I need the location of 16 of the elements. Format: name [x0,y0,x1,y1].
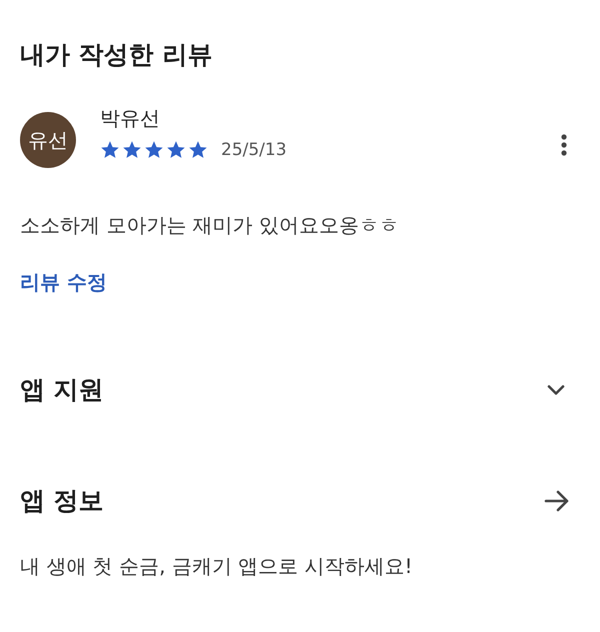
star-icon [144,140,164,160]
review-date: 25/5/13 [221,139,287,161]
review-text: 소소하게 모아가는 재미가 있어요오옹ㅎㅎ [20,212,400,238]
star-icon [100,140,120,160]
reviewer-name: 박유선 [100,106,160,130]
section-description: 내 생애 첫 순금, 금캐기 앱으로 시작하세요! [20,554,414,578]
section-link[interactable]: 앱 정보 [20,485,580,517]
section-toggle[interactable]: 앱 지원 [20,374,580,406]
star-icon [188,140,208,160]
star-icon [166,140,186,160]
user-avatar: 유선 [20,112,76,168]
star-icon [122,140,142,160]
more-vertical-icon [561,134,567,156]
edit-review-link[interactable]: 리뷰 수정 [20,269,107,295]
arrow-right-icon [544,490,570,512]
section-title: 내가 작성한 리뷰 [20,39,212,71]
